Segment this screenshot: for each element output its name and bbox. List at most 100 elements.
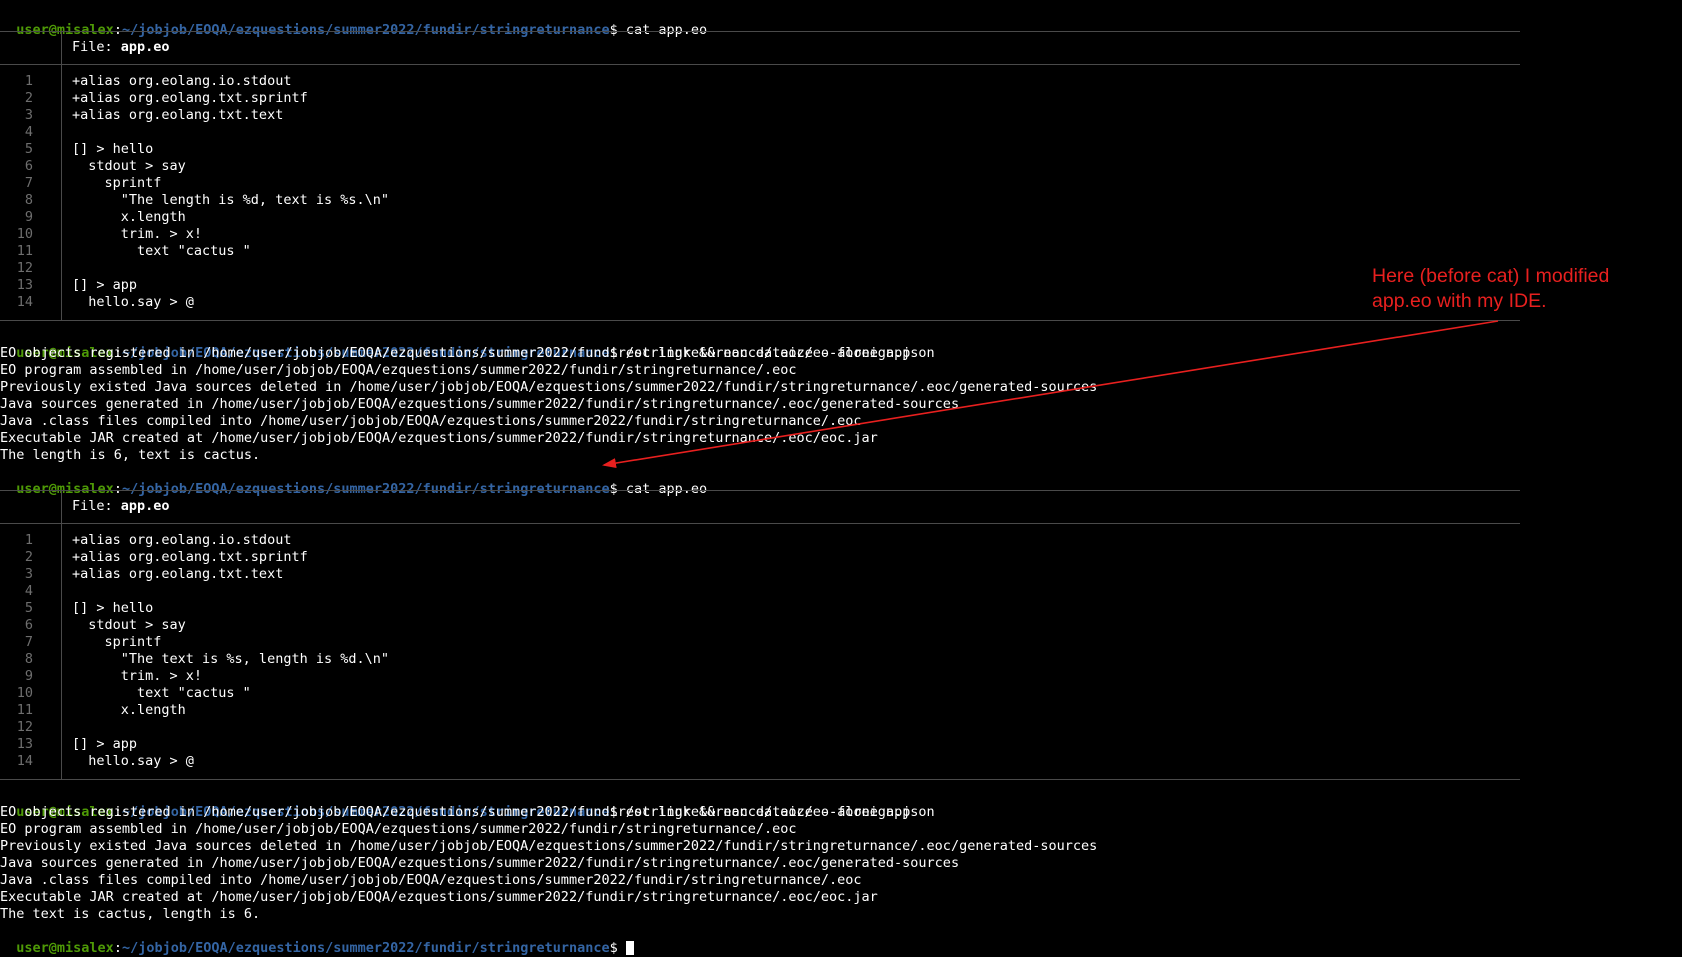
prompt-user: user@misalex [16, 481, 114, 497]
prompt-line-3: user@misalex:~/jobjob/EOQA/ezquestions/s… [0, 464, 707, 497]
code-line: "The length is %d, text is %s.\n" [72, 192, 389, 208]
bat-gutter-separator [61, 523, 62, 779]
line-number: 5 [24, 600, 33, 616]
output-line: Java sources generated in /home/user/job… [0, 855, 960, 871]
line-number: 6 [24, 158, 33, 174]
prompt-path: ~/jobjob/EOQA/ezquestions/summer2022/fun… [121, 481, 610, 497]
prompt-line-4: user@misalex:~/jobjob/EOQA/ezquestions/s… [0, 787, 910, 820]
code-line: +alias org.eolang.txt.text [72, 566, 284, 582]
code-line: x.length [72, 209, 186, 225]
bat-bottom-border [0, 320, 1520, 321]
code-line: sprintf [72, 175, 162, 191]
prompt-line-5: user@misalex:~/jobjob/EOQA/ezquestions/s… [0, 923, 634, 956]
code-line: +alias org.eolang.io.stdout [72, 73, 292, 89]
code-line: text "cactus " [72, 685, 251, 701]
output-line: Java .class files compiled into /home/us… [0, 872, 862, 888]
prompt-sep: : [113, 481, 122, 497]
line-number: 9 [24, 668, 33, 684]
result-line-2: The text is cactus, length is 6. [0, 906, 261, 922]
code-line: stdout > say [72, 617, 186, 633]
file-header-name: app.eo [120, 39, 170, 55]
line-number: 3 [24, 107, 33, 123]
code-line: trim. > x! [72, 668, 203, 684]
prompt-dollar: $ [609, 22, 626, 38]
prompt-user: user@misalex [16, 22, 114, 38]
output-line: EO program assembled in /home/user/jobjo… [0, 821, 797, 837]
code-line: +alias org.eolang.txt.text [72, 107, 284, 123]
line-number: 2 [24, 549, 33, 565]
command-text: cat app.eo [625, 481, 708, 497]
line-number: 1 [24, 73, 33, 89]
output-line: Previously existed Java sources deleted … [0, 379, 1098, 395]
code-line: sprintf [72, 634, 162, 650]
bat-top-border [0, 31, 1520, 32]
line-number: 12 [16, 719, 33, 735]
line-number: 3 [24, 566, 33, 582]
output-line: Executable JAR created at /home/user/job… [0, 889, 878, 905]
line-number: 1 [24, 532, 33, 548]
bat-top-border [0, 490, 1520, 491]
prompt-line-1: user@misalex:~/jobjob/EOQA/ezquestions/s… [0, 5, 707, 38]
prompt-dollar: $ [609, 481, 626, 497]
code-line: x.length [72, 702, 186, 718]
bat-header-border [0, 64, 1520, 65]
line-number: 11 [16, 702, 33, 718]
line-number: 14 [16, 753, 33, 769]
bat-gutter-separator [61, 64, 62, 320]
annotation-line-1: Here (before cat) I modified [1372, 265, 1610, 287]
output-line: EO objects registered in /home/user/jobj… [0, 345, 935, 361]
result-line-1: The length is 6, text is cactus. [0, 447, 261, 463]
code-line: trim. > x! [72, 226, 203, 242]
line-number: 9 [24, 209, 33, 225]
line-number: 10 [16, 685, 33, 701]
code-line: [] > app [72, 277, 138, 293]
annotation-note: Here (before cat) I modified app.eo with… [1372, 264, 1672, 314]
line-number: 13 [16, 736, 33, 752]
line-number: 13 [16, 277, 33, 293]
output-line: Java sources generated in /home/user/job… [0, 396, 960, 412]
prompt-sep: : [113, 22, 122, 38]
code-line: [] > app [72, 736, 138, 752]
bat-header-border [0, 523, 1520, 524]
line-number: 10 [16, 226, 33, 242]
prompt-path: ~/jobjob/EOQA/ezquestions/summer2022/fun… [121, 22, 610, 38]
output-line: Executable JAR created at /home/user/job… [0, 430, 878, 446]
output-line: EO objects registered in /home/user/jobj… [0, 804, 935, 820]
bat-file-header: File: app.eo [72, 39, 170, 56]
bat-gutter-separator [61, 31, 62, 64]
code-line: [] > hello [72, 141, 154, 157]
prompt-dollar: $ [609, 940, 626, 956]
output-line: Previously existed Java sources deleted … [0, 838, 1098, 854]
line-number: 6 [24, 617, 33, 633]
line-number: 4 [24, 583, 33, 599]
file-header-name: app.eo [120, 498, 170, 514]
code-line: +alias org.eolang.txt.sprintf [72, 90, 308, 106]
line-number: 7 [24, 634, 33, 650]
code-line: hello.say > @ [72, 294, 194, 310]
bat-file-header: File: app.eo [72, 498, 170, 515]
terminal-cursor [625, 941, 634, 955]
code-line: +alias org.eolang.io.stdout [72, 532, 292, 548]
bat-bottom-border [0, 779, 1520, 780]
prompt-line-2: user@misalex:~/jobjob/EOQA/ezquestions/s… [0, 328, 910, 361]
line-number: 4 [24, 124, 33, 140]
code-line: text "cactus " [72, 243, 251, 259]
code-line: hello.say > @ [72, 753, 194, 769]
line-number: 8 [24, 651, 33, 667]
code-line: "The text is %s, length is %d.\n" [72, 651, 389, 667]
code-line: stdout > say [72, 158, 186, 174]
code-line: [] > hello [72, 600, 154, 616]
line-number: 2 [24, 90, 33, 106]
line-number: 14 [16, 294, 33, 310]
file-header-prefix: File: [72, 498, 121, 514]
file-header-prefix: File: [72, 39, 121, 55]
output-line: Java .class files compiled into /home/us… [0, 413, 862, 429]
code-line: +alias org.eolang.txt.sprintf [72, 549, 308, 565]
line-number: 11 [16, 243, 33, 259]
line-number: 5 [24, 141, 33, 157]
annotation-line-2: app.eo with my IDE. [1372, 290, 1547, 312]
command-text: cat app.eo [625, 22, 708, 38]
prompt-path: ~/jobjob/EOQA/ezquestions/summer2022/fun… [121, 940, 610, 956]
line-number: 12 [16, 260, 33, 276]
line-number: 8 [24, 192, 33, 208]
